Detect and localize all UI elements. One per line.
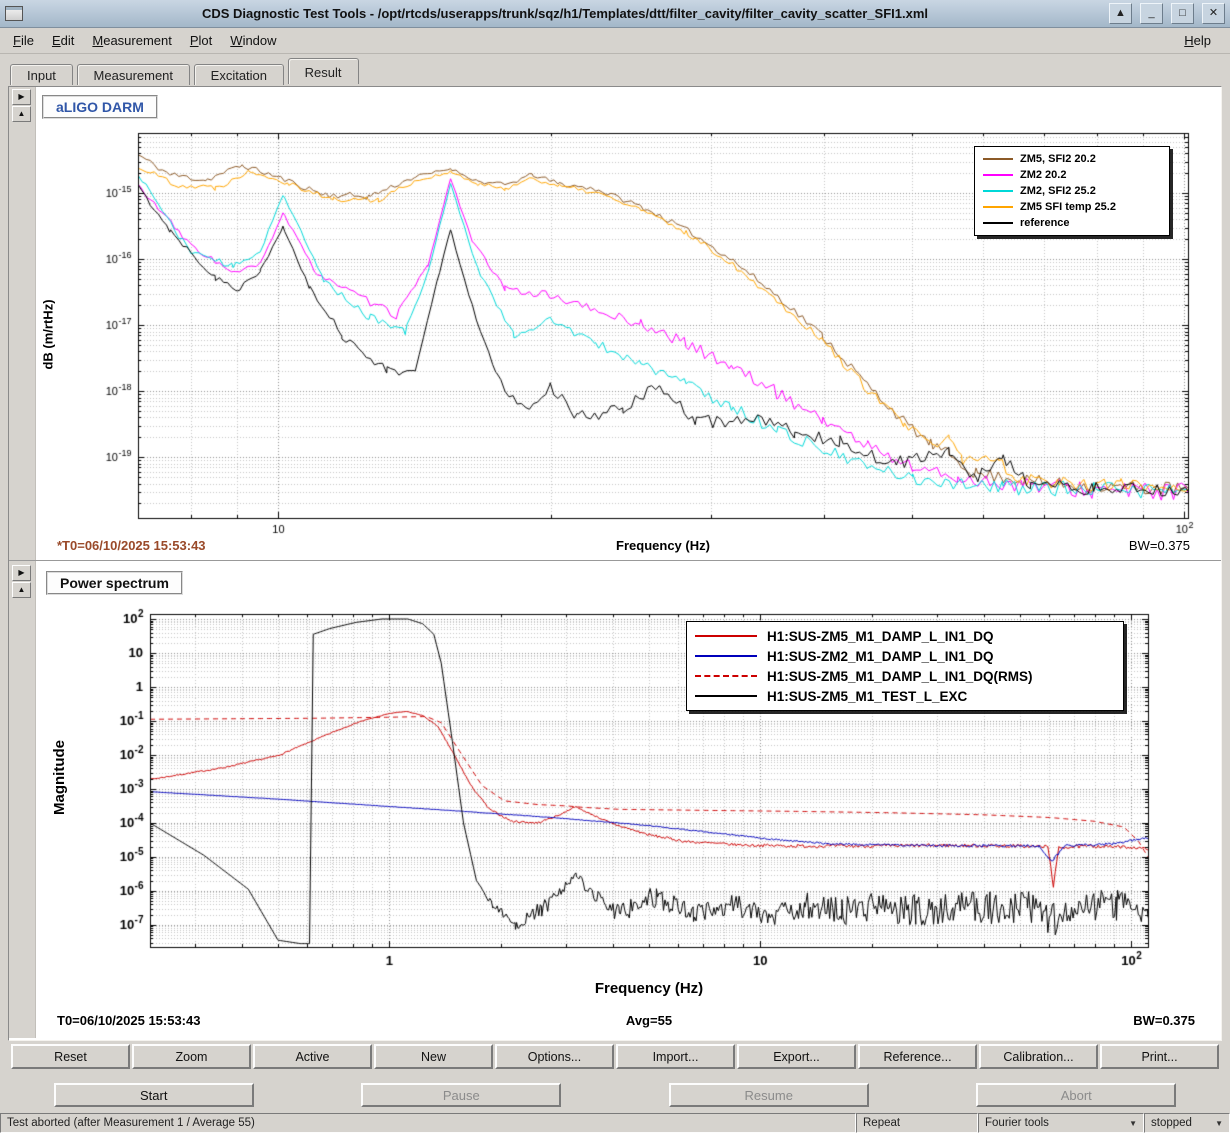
- tab-input[interactable]: Input: [10, 64, 73, 85]
- legend-entry: H1:SUS-ZM5_M1_TEST_L_EXC: [695, 686, 1115, 706]
- legend-line-sample: [695, 675, 757, 677]
- legend-line-sample: [983, 174, 1013, 176]
- bottom-pane-gutter: [9, 561, 36, 1038]
- close-button[interactable]: ✕: [1202, 3, 1225, 24]
- legend-line-sample: [695, 635, 757, 637]
- dropdown-arrow-icon: ▼: [1215, 1119, 1223, 1128]
- legend-entry: ZM5 SFI temp 25.2: [983, 199, 1161, 215]
- top-plot-legend: ZM5, SFI2 20.2 ZM2 20.2 ZM2, SFI2 25.2 Z…: [974, 146, 1170, 236]
- top-plot-ylabel: dB (m/rtHz): [41, 299, 56, 369]
- shade-icon: ▲: [1115, 7, 1126, 19]
- menu-edit[interactable]: Edit: [43, 30, 83, 51]
- window-title: CDS Diagnostic Test Tools - /opt/rtcds/u…: [29, 6, 1101, 21]
- expand-right-icon: ▶: [18, 92, 24, 101]
- measurement-controls: Start Pause Resume Abort: [0, 1083, 1230, 1107]
- bottom-plot-legend: H1:SUS-ZM5_M1_DAMP_L_IN1_DQ H1:SUS-ZM2_M…: [686, 621, 1124, 711]
- legend-entry: ZM2, SFI2 25.2: [983, 183, 1161, 199]
- top-pane-expand-button[interactable]: ▶: [12, 89, 31, 105]
- maximize-button[interactable]: □: [1171, 3, 1194, 24]
- export-button[interactable]: Export...: [737, 1044, 856, 1069]
- plot-toolbar: Reset Zoom Active New Options... Import.…: [11, 1044, 1219, 1069]
- expand-right-icon: ▶: [18, 568, 24, 577]
- shade-button[interactable]: ▲: [1109, 3, 1132, 24]
- bottom-plot-pane: ▶ ▲ Power spectrum Magnitude Frequency (…: [9, 560, 1221, 1038]
- active-button[interactable]: Active: [253, 1044, 372, 1069]
- legend-entry: H1:SUS-ZM2_M1_DAMP_L_IN1_DQ: [695, 646, 1115, 666]
- legend-line-sample: [695, 695, 757, 697]
- status-state-select[interactable]: stopped ▼: [1144, 1113, 1230, 1133]
- status-bar: Test aborted (after Measurement 1 / Aver…: [0, 1113, 1230, 1133]
- legend-entry: reference: [983, 215, 1161, 231]
- reference-button[interactable]: Reference...: [858, 1044, 977, 1069]
- menu-file[interactable]: File: [4, 30, 43, 51]
- bottom-pane-collapse-button[interactable]: ▲: [12, 582, 31, 598]
- title-bar: CDS Diagnostic Test Tools - /opt/rtcds/u…: [0, 0, 1230, 28]
- bottom-plot-bw: BW=0.375: [1133, 1013, 1195, 1028]
- collapse-up-icon: ▲: [18, 585, 26, 594]
- top-plot-pane: ▶ ▲ aLIGO DARM dB (m/rtHz) *T0=06/10/202…: [9, 87, 1221, 560]
- legend-entry: ZM5, SFI2 20.2: [983, 151, 1161, 167]
- legend-entry: H1:SUS-ZM5_M1_DAMP_L_IN1_DQ: [695, 626, 1115, 646]
- new-button[interactable]: New: [374, 1044, 493, 1069]
- reset-button[interactable]: Reset: [11, 1044, 130, 1069]
- tab-measurement[interactable]: Measurement: [77, 64, 190, 85]
- print-button[interactable]: Print...: [1100, 1044, 1219, 1069]
- bottom-plot-ylabel: Magnitude: [51, 740, 68, 815]
- tab-result[interactable]: Result: [288, 58, 359, 84]
- top-pane-collapse-button[interactable]: ▲: [12, 106, 31, 122]
- pause-button[interactable]: Pause: [361, 1083, 561, 1107]
- status-tool-label: Fourier tools: [985, 1117, 1049, 1129]
- legend-line-sample: [695, 655, 757, 657]
- bottom-plot-title: Power spectrum: [46, 571, 183, 595]
- bottom-plot-xlabel: Frequency (Hz): [150, 980, 1148, 997]
- application-window: { "window": { "title": "CDS Diagnostic T…: [0, 0, 1230, 1127]
- status-state-label: stopped: [1151, 1117, 1192, 1129]
- menu-bar: File Edit Measurement Plot Window Help: [0, 28, 1230, 54]
- legend-entry: H1:SUS-ZM5_M1_DAMP_L_IN1_DQ(RMS): [695, 666, 1115, 686]
- abort-button[interactable]: Abort: [976, 1083, 1176, 1107]
- close-icon: ✕: [1209, 7, 1218, 19]
- collapse-up-icon: ▲: [18, 109, 26, 118]
- top-pane-gutter: [9, 87, 36, 560]
- zoom-button[interactable]: Zoom: [132, 1044, 251, 1069]
- top-plot-title: aLIGO DARM: [42, 95, 158, 119]
- maximize-icon: □: [1179, 7, 1186, 19]
- window-icon[interactable]: [5, 6, 23, 21]
- result-area: ▶ ▲ aLIGO DARM dB (m/rtHz) *T0=06/10/202…: [8, 86, 1222, 1041]
- menu-help[interactable]: Help: [1175, 30, 1220, 51]
- status-message: Test aborted (after Measurement 1 / Aver…: [0, 1113, 856, 1133]
- minimize-button[interactable]: _: [1140, 3, 1163, 24]
- minimize-icon: _: [1148, 7, 1154, 19]
- tab-bar: Input Measurement Excitation Result: [0, 54, 1230, 86]
- status-repeat: Repeat: [856, 1113, 978, 1133]
- resume-button[interactable]: Resume: [669, 1083, 869, 1107]
- legend-line-sample: [983, 206, 1013, 208]
- legend-line-sample: [983, 222, 1013, 224]
- bottom-plot-avg: Avg=55: [150, 1013, 1148, 1028]
- menu-plot[interactable]: Plot: [181, 30, 221, 51]
- menu-measurement[interactable]: Measurement: [83, 30, 181, 51]
- status-tool-select[interactable]: Fourier tools ▼: [978, 1113, 1144, 1133]
- top-plot-bw: BW=0.375: [1129, 538, 1190, 553]
- legend-line-sample: [983, 158, 1013, 160]
- calibration-button[interactable]: Calibration...: [979, 1044, 1098, 1069]
- options-button[interactable]: Options...: [495, 1044, 614, 1069]
- legend-entry: ZM2 20.2: [983, 167, 1161, 183]
- menu-window[interactable]: Window: [221, 30, 285, 51]
- import-button[interactable]: Import...: [616, 1044, 735, 1069]
- bottom-pane-expand-button[interactable]: ▶: [12, 565, 31, 581]
- top-plot-xlabel: Frequency (Hz): [138, 538, 1188, 553]
- dropdown-arrow-icon: ▼: [1129, 1119, 1137, 1128]
- tab-excitation[interactable]: Excitation: [194, 64, 284, 85]
- start-button[interactable]: Start: [54, 1083, 254, 1107]
- legend-line-sample: [983, 190, 1013, 192]
